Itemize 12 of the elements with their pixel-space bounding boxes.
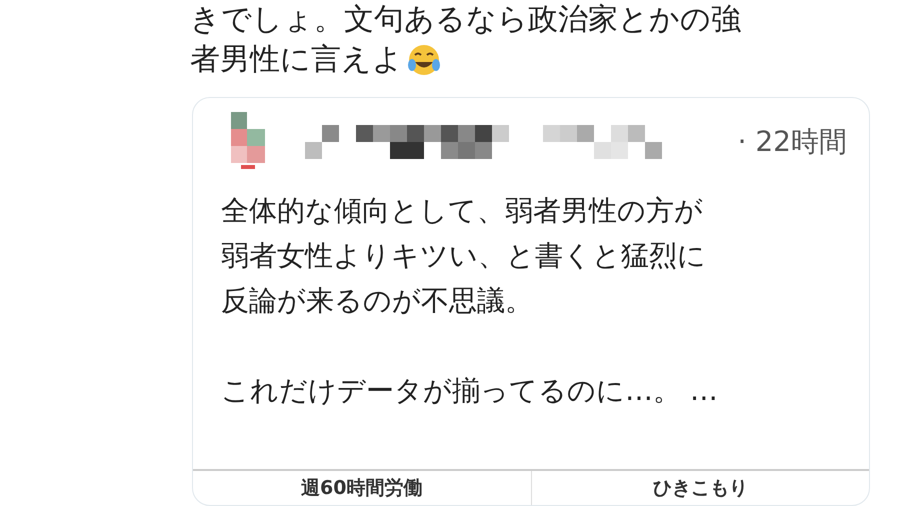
quoted-tweet-card[interactable]: · 22時間 全体的な傾向として、弱者男性の方が 弱者女性よりキツい、と書くと猛烈に 反論が来るのが不思議。 これだけデータが揃ってるのに…。 … 週60時間労働 ひきこもり — [192, 97, 870, 506]
post-time: · 22時間 — [738, 124, 847, 160]
quoted-tweet-text: 弱者女性よりキツい、と書くと猛烈に — [221, 238, 706, 274]
quoted-tweet-text: これだけデータが揃ってるのに…。 … — [221, 373, 718, 409]
avatar — [231, 112, 265, 172]
tweet-text: きでしょ。文句あるなら政治家とかの強 — [190, 1, 741, 39]
tweet-text: 者男性に言えよ — [190, 41, 403, 79]
table-header: 週60時間労働 — [300, 476, 424, 501]
table-header: ひきこもり — [530, 471, 869, 505]
quoted-tweet-text: 反論が来るのが不思議。 — [221, 283, 533, 319]
quoted-tweet-text: 全体的な傾向として、弱者男性の方が — [221, 193, 703, 229]
laughing-face-icon — [407, 43, 441, 77]
